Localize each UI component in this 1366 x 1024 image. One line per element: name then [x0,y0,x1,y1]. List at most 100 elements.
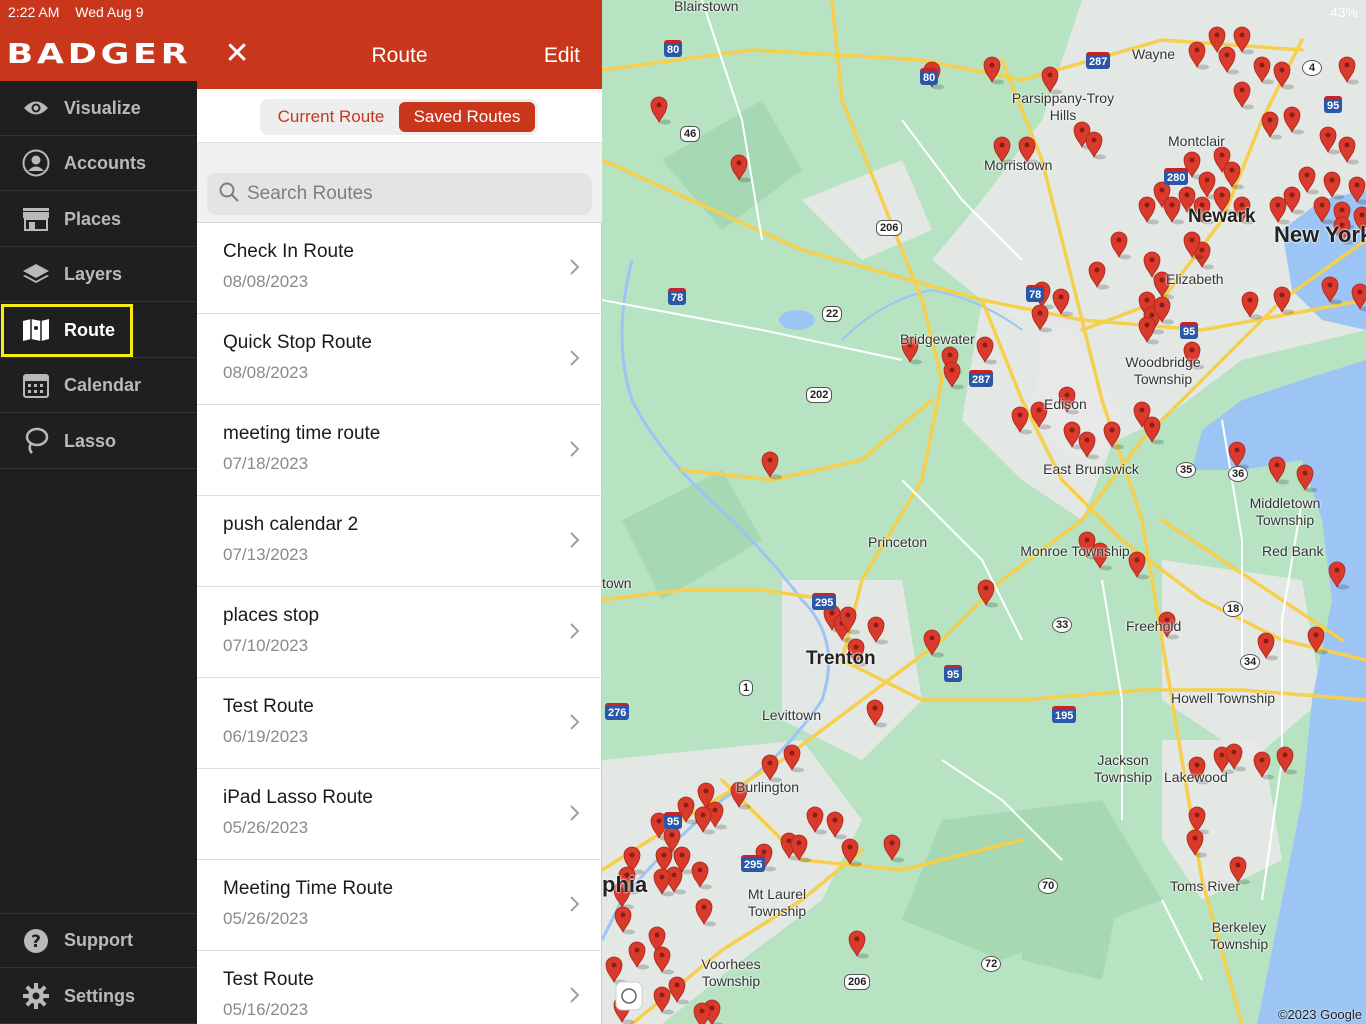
tab-current-route[interactable]: Current Route [263,102,399,132]
pin-dot [1279,67,1285,73]
pin-shadow [1234,766,1246,772]
status-date: Wed Aug 9 [75,4,144,20]
pin-dot [812,812,818,818]
pin-shadow [1040,327,1052,333]
pin-dot [697,867,703,873]
route-shield: 276 [605,703,630,720]
edit-button[interactable]: Edit [544,44,580,68]
sidebar-item-calendar[interactable]: Calendar [0,358,197,413]
route-shield: 80 [920,68,939,85]
route-date: 08/08/2023 [223,363,309,382]
pin-dot [1224,52,1230,58]
route-list-item[interactable]: Test Route 06/19/2023 [197,678,602,769]
route-list-item[interactable]: iPad Lasso Route 05/26/2023 [197,769,602,860]
brand-logo: BADGER [0,25,197,81]
svg-text:?: ? [31,932,41,952]
search-input[interactable] [247,183,567,205]
map-label-town: town [602,575,632,591]
route-list-item[interactable]: Test Route 05/16/2023 [197,951,602,1024]
route-shield: 95 [1324,96,1343,113]
pin-shadow [1277,479,1289,485]
pin-dot [1184,192,1190,198]
route-list-item[interactable]: places stop 07/10/2023 [197,587,602,678]
pin-dot [659,952,665,958]
pin-shadow [1282,84,1294,90]
chevron-right-icon [568,257,582,277]
pin-dot [736,160,742,166]
route-list-item[interactable]: Check In Route 08/08/2023 [197,223,602,314]
map-label-newark: Newark [1188,206,1256,227]
sidebar-item-places[interactable]: Places [0,192,197,247]
tab-saved-routes[interactable]: Saved Routes [399,102,535,132]
route-list-item[interactable]: Meeting Time Route 05/26/2023 [197,860,602,951]
route-date: 07/10/2023 [223,636,309,655]
pin-shadow [677,999,689,1005]
route-shield: 287 [1086,52,1111,69]
pin-dot [1159,187,1165,193]
route-list-item[interactable]: meeting time route 07/18/2023 [197,405,602,496]
map-label-lakewood: Lakewood [1164,769,1228,785]
route-shield: 1 [739,680,754,696]
pin-dot [1199,247,1205,253]
sidebar-item-route[interactable]: Route [0,303,197,358]
pin-dot [761,849,767,855]
pin-shadow [1347,79,1359,85]
pin-shadow [1292,209,1304,215]
pin-shadow [1202,264,1214,270]
map-label-woodbridge: Woodbridge Township [1125,354,1201,387]
pin-dot [1194,812,1200,818]
route-shield: 195 [1052,706,1077,723]
pin-dot [1047,72,1053,78]
map-label-new-york: New York [1274,222,1366,247]
sidebar-item-visualize[interactable]: Visualize [0,81,197,136]
person-icon [22,149,50,177]
pin-dot [1134,557,1140,563]
sidebar-item-support[interactable]: ? Support [0,913,197,968]
map-view[interactable]: Blairstown Wayne Parsippany-Troy Hills Mont… [602,0,1366,1024]
pin-shadow [792,767,804,773]
map-label-edison: Edison [1044,396,1087,412]
route-list-item[interactable]: Quick Stop Route 08/08/2023 [197,314,602,405]
pin-dot [1159,277,1165,283]
route-date: 05/26/2023 [223,909,309,928]
route-name: Meeting Time Route [223,878,394,899]
sidebar: 2:22 AM Wed Aug 9 BADGER Visualize Accou… [0,0,197,1024]
pin-dot [1327,282,1333,288]
pin-dot [1116,237,1122,243]
pin-dot [983,585,989,591]
pin-dot [1084,537,1090,543]
pin-shadow [1305,487,1317,493]
sidebar-item-accounts[interactable]: Accounts [0,136,197,191]
pin-dot [872,705,878,711]
pin-shadow [1097,284,1109,290]
route-shield: 22 [822,306,843,322]
map-label-elizabeth: Elizabeth [1166,271,1224,287]
pin-shadow [1232,184,1244,190]
route-shield: 202 [806,387,833,403]
sidebar-item-layers[interactable]: Layers [0,247,197,302]
map-label-jackson: Jackson Township [1093,752,1153,785]
pin-shadow [1250,314,1262,320]
map-compass-button [615,981,643,1011]
map-label-morristown: Morristown [984,157,1053,173]
pin-dot [1357,289,1363,295]
pin-dot [1319,202,1325,208]
pin-dot [611,962,617,968]
pin-shadow [1262,79,1274,85]
map-label-berkeley: Berkeley Township [1209,919,1269,952]
pin-dot [999,142,1005,148]
pin-dot [701,904,707,910]
route-shield: 4 [1302,60,1322,76]
route-list-item[interactable]: push calendar 2 07/13/2023 [197,496,602,587]
pin-dot [854,936,860,942]
chevron-right-icon [568,803,582,823]
pin-shadow [1172,219,1184,225]
pin-dot [1334,567,1340,573]
sidebar-item-settings[interactable]: Settings [0,969,197,1024]
calendar-icon [22,371,50,399]
pin-dot [1094,267,1100,273]
sidebar-item-lasso[interactable]: Lasso [0,414,197,469]
route-name: Quick Stop Route [223,332,372,353]
pin-dot [654,932,660,938]
map-label-mt-laurel: Mt Laurel Township [747,886,807,919]
